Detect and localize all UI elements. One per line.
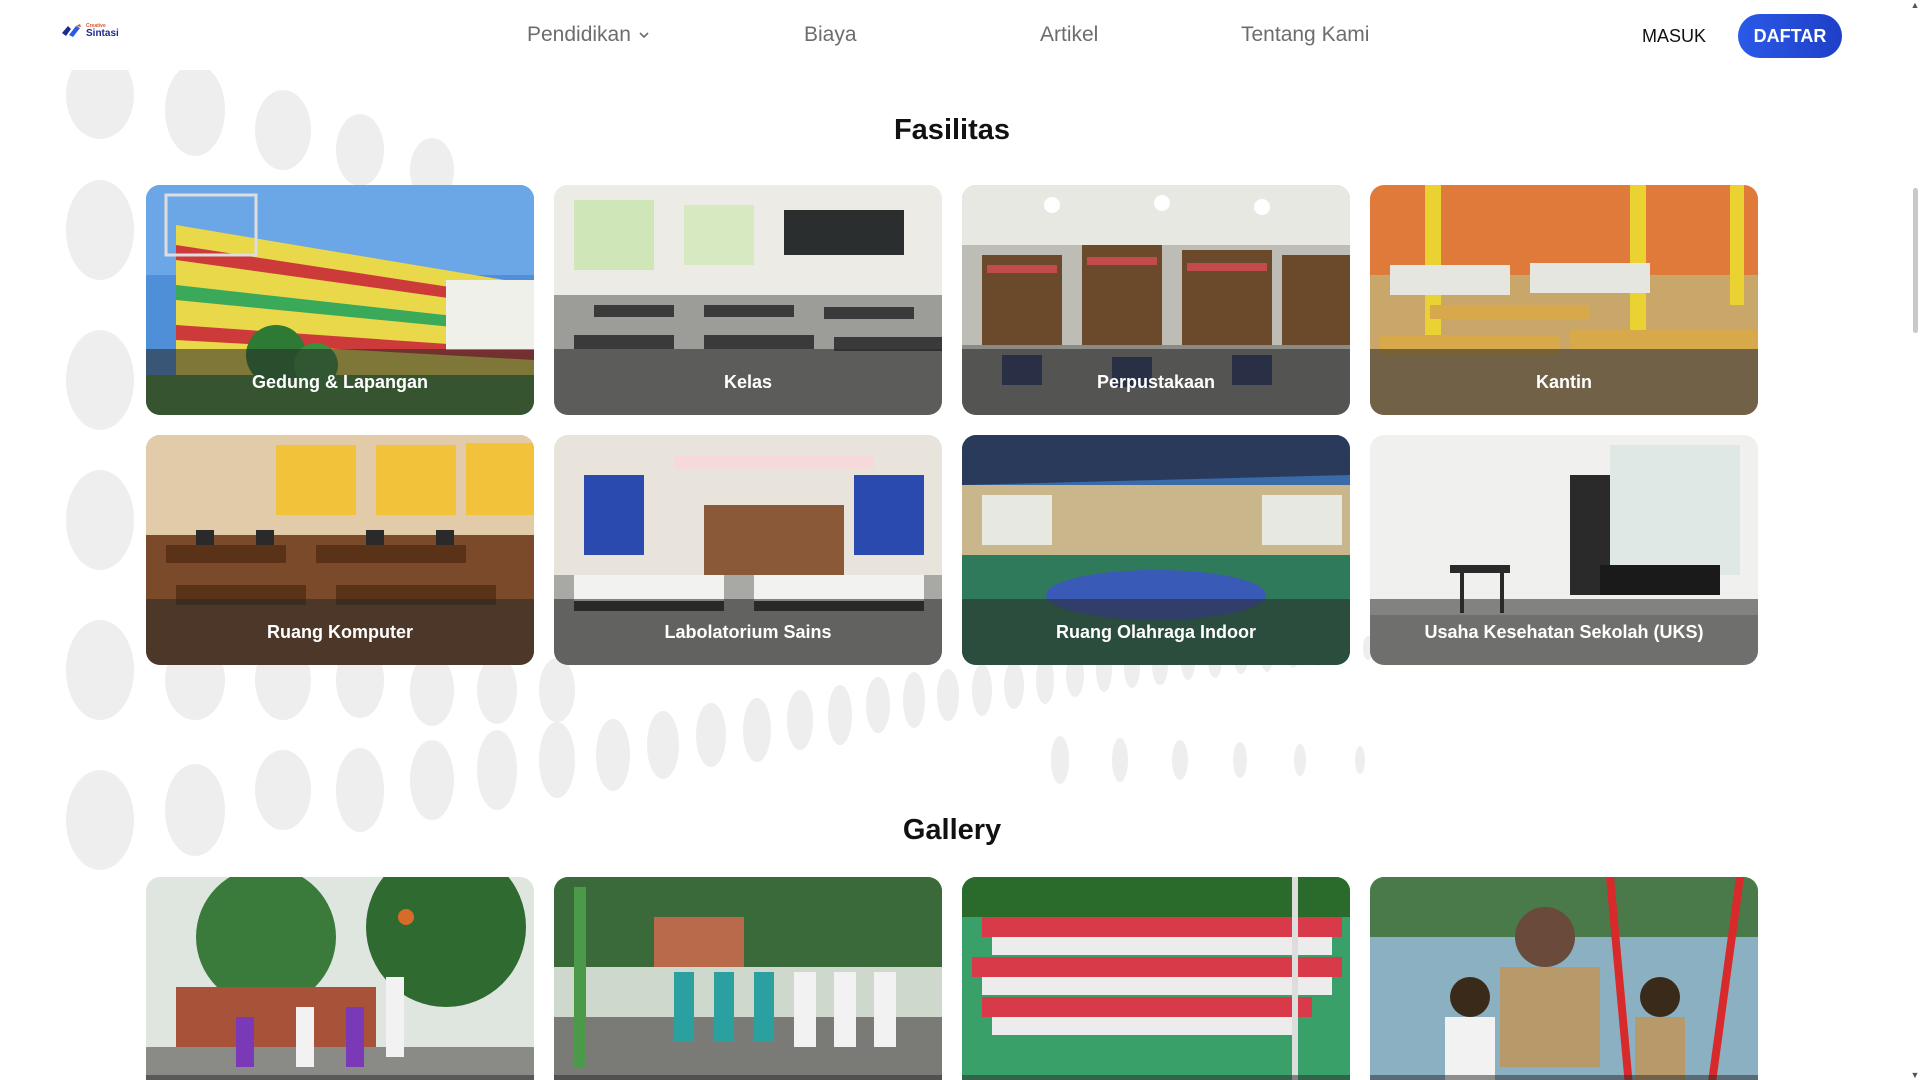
nav-label: Tentang Kami [1241,23,1370,46]
gallery-item-scouts[interactable] [1370,877,1758,1080]
nav-label: Artikel [1040,23,1099,46]
facility-label: Gedung & Lapangan [251,371,428,392]
basketball-photo [146,877,534,1080]
login-button[interactable]: MASUK [1642,22,1706,50]
scroll-down-icon[interactable]: ▼ [1910,1070,1920,1080]
facility-card-kantin[interactable]: Kantin [1370,185,1758,415]
gallery-item-exercise[interactable] [962,877,1350,1080]
facility-card-kelas[interactable]: Kelas [554,185,942,415]
nav-label: Pendidikan [527,23,631,46]
nav-item-biaya[interactable]: Biaya [804,20,857,50]
ceremony-photo [554,877,942,1080]
nav-item-pendidikan[interactable]: Pendidikan [527,20,649,50]
facility-card-perpustakaan[interactable]: Perpustakaan [962,185,1350,415]
logo-mark-icon [62,24,81,37]
site-header: Creative Sintasi Pendidikan Biaya Artike… [0,0,1920,70]
logo-name: Sintasi [86,27,119,39]
site-logo[interactable]: Creative Sintasi [60,20,130,42]
chevron-down-icon [639,32,649,39]
facility-label: Ruang Komputer [267,621,413,642]
facility-card-gedung-lapangan[interactable]: Gedung & Lapangan [146,185,534,415]
facility-label: Perpustakaan [1096,371,1216,392]
facility-card-ruang-komputer[interactable]: Ruang Komputer [146,435,534,665]
page-scrollbar[interactable]: ▲ ▼ [1910,0,1920,1080]
scouts-activity-photo [1370,877,1758,1080]
morning-exercise-photo [962,877,1350,1080]
facility-card-ruang-olahraga-indoor[interactable]: Ruang Olahraga Indoor [962,435,1350,665]
nav-label: Biaya [804,23,857,46]
facility-label: Usaha Kesehatan Sekolah (UKS) [1424,621,1704,642]
facility-label: Labolatorium Sains [664,621,832,642]
facility-label: Kelas [723,371,773,392]
facility-label: Ruang Olahraga Indoor [1055,621,1256,642]
facility-label: Kantin [1536,371,1592,392]
scroll-up-icon[interactable]: ▲ [1910,0,1920,10]
nav-item-tentang-kami[interactable]: Tentang Kami [1241,20,1369,50]
facility-card-uks[interactable]: Usaha Kesehatan Sekolah (UKS) [1370,435,1758,665]
fasilitas-title: Fasilitas [893,114,1011,146]
facility-card-laboratorium-sains[interactable]: Labolatorium Sains [554,435,942,665]
nav-item-artikel[interactable]: Artikel [1040,20,1098,50]
register-button[interactable]: DAFTAR [1738,14,1842,58]
scrollbar-thumb[interactable] [1913,188,1918,333]
gallery-item-ceremony[interactable] [554,877,942,1080]
gallery-title: Gallery [902,814,1002,846]
gallery-item-basketball[interactable] [146,877,534,1080]
